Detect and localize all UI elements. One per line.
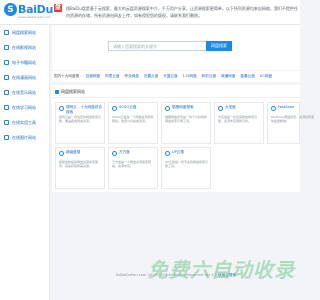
site-icon: [112, 106, 117, 111]
site-card-title: 搜阿云 - 十大网盘综合搜索: [66, 105, 102, 114]
engine-link[interactable]: 115网盘: [183, 74, 197, 79]
logo-text: BaiDu 盘: [18, 2, 62, 16]
site-card-desc: 超级盘搜提供网盘资源搜索服务，极速获取所需资源。: [59, 160, 99, 169]
sidebar-item-learning[interactable]: 在线学习网站: [0, 100, 49, 115]
site-card-desc: UP云搜是一款专业的网盘搜索引擎工具。: [165, 160, 209, 169]
sidebar-item-label: 在线影视网站: [12, 44, 36, 50]
site-card-desc: 大圣盘是一款百度网盘搜索引擎，资源丰富更新及时。: [218, 115, 258, 124]
site-card-title: 猫狸网盘搜索: [172, 105, 194, 109]
site-icon: [112, 151, 117, 156]
site-card-desc: 猫狸网盘搜索是一款十分好用的网盘搜索引擎工具。: [165, 115, 208, 124]
engine-bar: 国内十大网盘搜： 百度网盘 阿里云盘 夸克网盘 迅雷云盘 天翼云盘 115网盘 …: [52, 71, 300, 82]
site-card-title: 大圣盘: [225, 105, 236, 109]
engine-link[interactable]: 阿里云盘: [105, 74, 119, 79]
sidebar-item-label: 在线漫画网站: [12, 74, 36, 80]
site-card[interactable]: 大圣盘 大圣盘是一款百度网盘搜索引擎，资源丰富更新及时。: [214, 102, 264, 144]
site-icon: [59, 151, 64, 156]
site-card[interactable]: 超级盘搜 超级盘搜提供网盘资源搜索服务，极速获取所需资源。: [55, 147, 105, 189]
search-input[interactable]: [108, 41, 208, 51]
logo-wordmark: BaiDu: [18, 2, 54, 16]
sidebar-item-label: 在线音乐网站: [12, 89, 36, 95]
image-icon: [4, 135, 9, 140]
sidebar-item-music[interactable]: 在线音乐网站: [0, 85, 49, 100]
engine-link[interactable]: 天翼云盘: [163, 74, 177, 79]
site-card-title: 超级盘搜: [66, 150, 81, 154]
engine-link[interactable]: 迅雷云盘: [144, 74, 158, 79]
site-icon: [165, 106, 170, 111]
site-card-desc: 搜阿云是一款免费的网盘搜索引擎，覆盖各类网盘资源。: [59, 115, 102, 124]
site-card-desc: FastSoso网盘搜索，资源搜索更快速更精准。: [271, 115, 315, 124]
site-description: 搜BaiDu盘是基于云搜索，最大的云盘资源搜索中介，千万用户分享，让资源搜索更简…: [66, 6, 298, 18]
section-title-text: 网盘搜索网站: [61, 89, 85, 94]
divider: [52, 97, 300, 98]
sidebar-item-label: 电子书籍网站: [12, 59, 36, 65]
sidebar-item-label: 在线图片网站: [12, 134, 36, 140]
site-card[interactable]: SOSO云盘 SOSO云盘是一个网盘资源搜索网站，免费分享各类资源。: [108, 102, 158, 144]
engine-link[interactable]: 夸克网盘: [125, 74, 139, 79]
site-card-desc: SOSO云盘是一个网盘资源搜索网站，免费分享各类资源。: [112, 115, 154, 124]
section-marker-icon: [55, 90, 59, 94]
sidebar-item-tools[interactable]: 在线实用工具: [0, 115, 49, 130]
sidebar-item-video[interactable]: 在线影视网站: [0, 40, 49, 55]
engine-link[interactable]: 百度网盘: [86, 74, 100, 79]
sidebar-item-comic[interactable]: 在线漫画网站: [0, 70, 49, 85]
site-card-title: 万方盘: [119, 150, 130, 154]
site-card[interactable]: UP云搜 UP云搜是一款专业的网盘搜索引擎工具。: [161, 147, 211, 189]
header: S BaiDu 盘 www.sobaidupan.com 搜BaiDu盘是基于云搜…: [0, 0, 300, 25]
site-card-title: SOSO云盘: [119, 105, 137, 109]
sidebar: 网盘搜索网站 在线影视网站 电子书籍网站 在线漫画网站 在线音乐网站 在线学习网…: [0, 25, 50, 300]
site-card[interactable]: 搜阿云 - 十大网盘综合搜索 搜阿云是一款免费的网盘搜索引擎，覆盖各类网盘资源。: [55, 102, 105, 144]
sidebar-item-label: 在线实用工具: [12, 119, 36, 125]
logo-url: www.sobaidupan.com: [18, 15, 51, 19]
music-icon: [4, 90, 9, 95]
page: S BaiDu 盘 www.sobaidupan.com 搜BaiDu盘是基于云搜…: [0, 0, 314, 300]
search-button[interactable]: 网盘搜索: [206, 41, 232, 51]
engine-link[interactable]: 蓝奏云盘: [240, 74, 254, 79]
folder-icon: [4, 30, 9, 35]
site-card[interactable]: 猫狸网盘搜索 猫狸网盘搜索是一款十分好用的网盘搜索引擎工具。: [161, 102, 211, 144]
engine-link[interactable]: 城通网盘: [221, 74, 235, 79]
site-cards-panel: 网盘搜索网站 搜阿云 - 十大网盘综合搜索 搜阿云是一款免费的网盘搜索引擎，覆盖…: [52, 85, 314, 192]
tool-icon: [4, 120, 9, 125]
sidebar-item-images[interactable]: 在线图片网站: [0, 130, 49, 145]
logo-badge: 盘: [54, 3, 62, 12]
site-icon: [271, 106, 276, 111]
video-icon: [4, 45, 9, 50]
site-icon: [59, 106, 64, 111]
engine-bar-label: 国内十大网盘搜：: [54, 74, 83, 78]
site-card[interactable]: FastSoso FastSoso网盘搜索，资源搜索更快速更精准。: [267, 102, 314, 144]
site-icon: [218, 106, 223, 111]
site-card-title: FastSoso: [278, 105, 294, 109]
graduation-icon: [4, 105, 9, 110]
section-title: 网盘搜索网站: [55, 89, 85, 95]
book-icon: [4, 60, 9, 65]
engine-link[interactable]: 和彩云盘: [202, 74, 216, 79]
engine-link[interactable]: UC网盘: [260, 74, 272, 79]
site-card-title: UP云搜: [172, 150, 184, 154]
comic-icon: [4, 75, 9, 80]
site-card-desc: 万方盘是一个网盘资源搜索网站，资源丰富。: [112, 160, 152, 169]
watermark-overlay: 免费六自动收录: [148, 258, 295, 282]
sidebar-item-label: 在线学习网站: [12, 104, 36, 110]
sidebar-item-netdisk-search[interactable]: 网盘搜索网站: [0, 25, 49, 40]
site-icon: [165, 151, 170, 156]
site-card[interactable]: 万方盘 万方盘是一个网盘资源搜索网站，资源丰富。: [108, 147, 158, 189]
search-panel: 网盘搜索: [52, 25, 300, 70]
logo-search-icon: S: [4, 3, 17, 16]
sidebar-item-ebook[interactable]: 电子书籍网站: [0, 55, 49, 70]
sidebar-item-label: 网盘搜索网站: [12, 29, 36, 35]
